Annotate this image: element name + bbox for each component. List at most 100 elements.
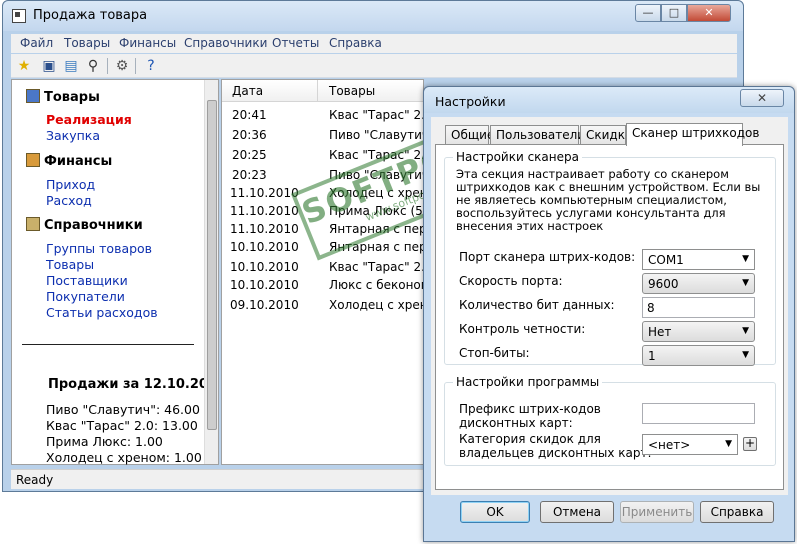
tab-discounts[interactable]: Скидки xyxy=(580,125,633,145)
category-select[interactable]: <нет> ▼ xyxy=(642,434,738,455)
settings-dialog: Настройки ✕ Общие Пользователи Скидки Ск… xyxy=(423,86,795,542)
link-product-groups[interactable]: Группы товаров xyxy=(46,241,152,256)
link-purchase[interactable]: Закупка xyxy=(46,128,100,143)
sales-line: Холодец с хреном: 1.00 xyxy=(46,450,202,465)
cell-date: 11.10.2010 xyxy=(230,222,299,236)
cell-date: 20:25 xyxy=(232,148,267,162)
app-icon xyxy=(12,9,26,23)
column-date[interactable]: Дата xyxy=(232,84,263,98)
menu-file[interactable]: Файл xyxy=(20,36,53,50)
link-expense-items[interactable]: Статьи расходов xyxy=(46,305,158,320)
chevron-down-icon: ▼ xyxy=(742,326,749,336)
link-expense[interactable]: Расход xyxy=(46,193,92,208)
data-bits-input[interactable]: 8 xyxy=(642,297,755,318)
maximize-button[interactable]: □ xyxy=(661,4,687,22)
star-icon[interactable]: ★ xyxy=(14,56,34,76)
wallet-icon xyxy=(26,153,40,167)
tab-users[interactable]: Пользователи xyxy=(490,125,585,145)
toolbar-separator xyxy=(107,58,108,74)
prefix-input[interactable] xyxy=(642,403,755,424)
tab-general[interactable]: Общие xyxy=(445,125,494,145)
label-prefix: Префикс штрих-кодов xyxy=(459,402,601,416)
menu-finance[interactable]: Финансы xyxy=(119,36,176,50)
menu-bar: Файл Товары Финансы Справочники Отчеты С… xyxy=(11,34,737,53)
vertical-scrollbar[interactable] xyxy=(204,80,218,464)
menu-goods[interactable]: Товары xyxy=(64,36,110,50)
dialog-title: Настройки xyxy=(435,94,506,109)
add-category-button[interactable]: + xyxy=(743,437,757,451)
list-header: Дата Товары xyxy=(222,80,423,102)
link-customers[interactable]: Покупатели xyxy=(46,289,125,304)
toolbar: ★ ▣ ▤ ⚲ ⚙ ? xyxy=(11,54,737,78)
sales-summary-title: Продажи за 12.10.201 xyxy=(48,377,218,392)
close-button[interactable]: ✕ xyxy=(687,4,731,22)
baud-select[interactable]: 9600 ▼ xyxy=(642,273,755,294)
table-row[interactable]: 10.10.2010 Квас "Тарас" 2.0 (1 xyxy=(222,258,423,278)
apply-button[interactable]: Применить xyxy=(620,501,694,523)
cell-date: 11.10.2010 xyxy=(230,186,299,200)
menu-help[interactable]: Справка xyxy=(329,36,382,50)
label-data-bits: Количество бит данных: xyxy=(459,298,615,312)
parity-value: Нет xyxy=(648,325,672,339)
image-icon[interactable]: ▤ xyxy=(61,56,81,76)
chevron-down-icon: ▼ xyxy=(725,439,732,449)
table-row[interactable]: 20:41 Квас "Тарас" 2.0 xyxy=(222,106,423,126)
section-finance: Финансы xyxy=(26,153,112,169)
help-button[interactable]: Справка xyxy=(700,501,774,523)
menu-directories[interactable]: Справочники xyxy=(184,36,267,50)
cell-product: Квас "Тарас" 2.0 xyxy=(329,108,424,122)
ok-button[interactable]: OK xyxy=(460,501,530,523)
link-products[interactable]: Товары xyxy=(46,257,94,272)
label-port: Порт сканера штрих-кодов: xyxy=(459,250,636,264)
menu-reports[interactable]: Отчеты xyxy=(272,36,319,50)
table-row[interactable]: 09.10.2010 Холодец с хреном xyxy=(222,296,423,316)
cell-date: 11.10.2010 xyxy=(230,204,299,218)
cell-product: Люкс с беконом (5 xyxy=(329,278,423,292)
status-text: Ready xyxy=(16,473,54,487)
sales-line: Прима Люкс: 1.00 xyxy=(46,434,163,449)
tab-panel: Настройки сканера Эта секция настраивает… xyxy=(435,144,784,490)
help-icon[interactable]: ? xyxy=(141,56,161,76)
scrollbar-thumb[interactable] xyxy=(207,100,217,430)
group-title: Настройки программы xyxy=(453,375,603,389)
group-title: Настройки сканера xyxy=(453,150,582,164)
gear-icon[interactable]: ⚙ xyxy=(112,56,132,76)
stop-bits-select[interactable]: 1 ▼ xyxy=(642,345,755,366)
tab-barcode-scanner[interactable]: Сканер штрихкодов xyxy=(626,123,759,146)
info-text: Эта секция настраивает работу со сканеро… xyxy=(456,167,761,233)
cancel-button[interactable]: Отмена xyxy=(540,501,614,523)
port-value: COM1 xyxy=(648,253,684,267)
label-category: Категория скидок для xyxy=(459,432,601,446)
link-suppliers[interactable]: Поставщики xyxy=(46,273,128,288)
parity-select[interactable]: Нет ▼ xyxy=(642,321,755,342)
data-bits-value: 8 xyxy=(647,301,655,315)
dialog-close-button[interactable]: ✕ xyxy=(740,89,784,107)
cell-product: Холодец с хреном xyxy=(329,298,423,312)
link-income[interactable]: Приход xyxy=(46,177,95,192)
dialog-title-bar: Настройки ✕ xyxy=(424,87,794,113)
label-baud: Скорость порта: xyxy=(459,274,563,288)
link-sales[interactable]: Реализация xyxy=(46,112,132,127)
sales-line: Квас "Тарас" 2.0: 13.00 xyxy=(46,418,198,433)
column-products[interactable]: Товары xyxy=(329,84,375,98)
cell-date: 09.10.2010 xyxy=(230,298,299,312)
cell-date: 10.10.2010 xyxy=(230,260,299,274)
column-separator[interactable] xyxy=(317,80,318,102)
cell-date: 20:36 xyxy=(232,128,267,142)
section-directories: Справочники xyxy=(26,217,143,233)
cell-date: 10.10.2010 xyxy=(230,240,299,254)
port-select[interactable]: COM1 ▼ xyxy=(642,249,755,270)
chevron-down-icon: ▼ xyxy=(742,278,749,288)
divider xyxy=(22,344,194,345)
monitor-icon[interactable]: ▣ xyxy=(39,56,59,76)
chevron-down-icon: ▼ xyxy=(742,350,749,360)
stop-bits-value: 1 xyxy=(648,349,656,363)
minimize-button[interactable]: — xyxy=(635,4,661,22)
search-icon[interactable]: ⚲ xyxy=(83,56,103,76)
title-bar: Продажа товара — □ ✕ xyxy=(3,1,743,31)
table-row[interactable]: 10.10.2010 Люкс с беконом (5 xyxy=(222,276,423,296)
toolbar-separator xyxy=(135,58,136,74)
table-row[interactable]: 20:36 Пиво "Славутич" 2.0 xyxy=(222,126,423,146)
label-prefix-2: дисконтных карт: xyxy=(459,416,573,430)
cell-product: Квас "Тарас" 2.0 (1 xyxy=(329,260,423,274)
